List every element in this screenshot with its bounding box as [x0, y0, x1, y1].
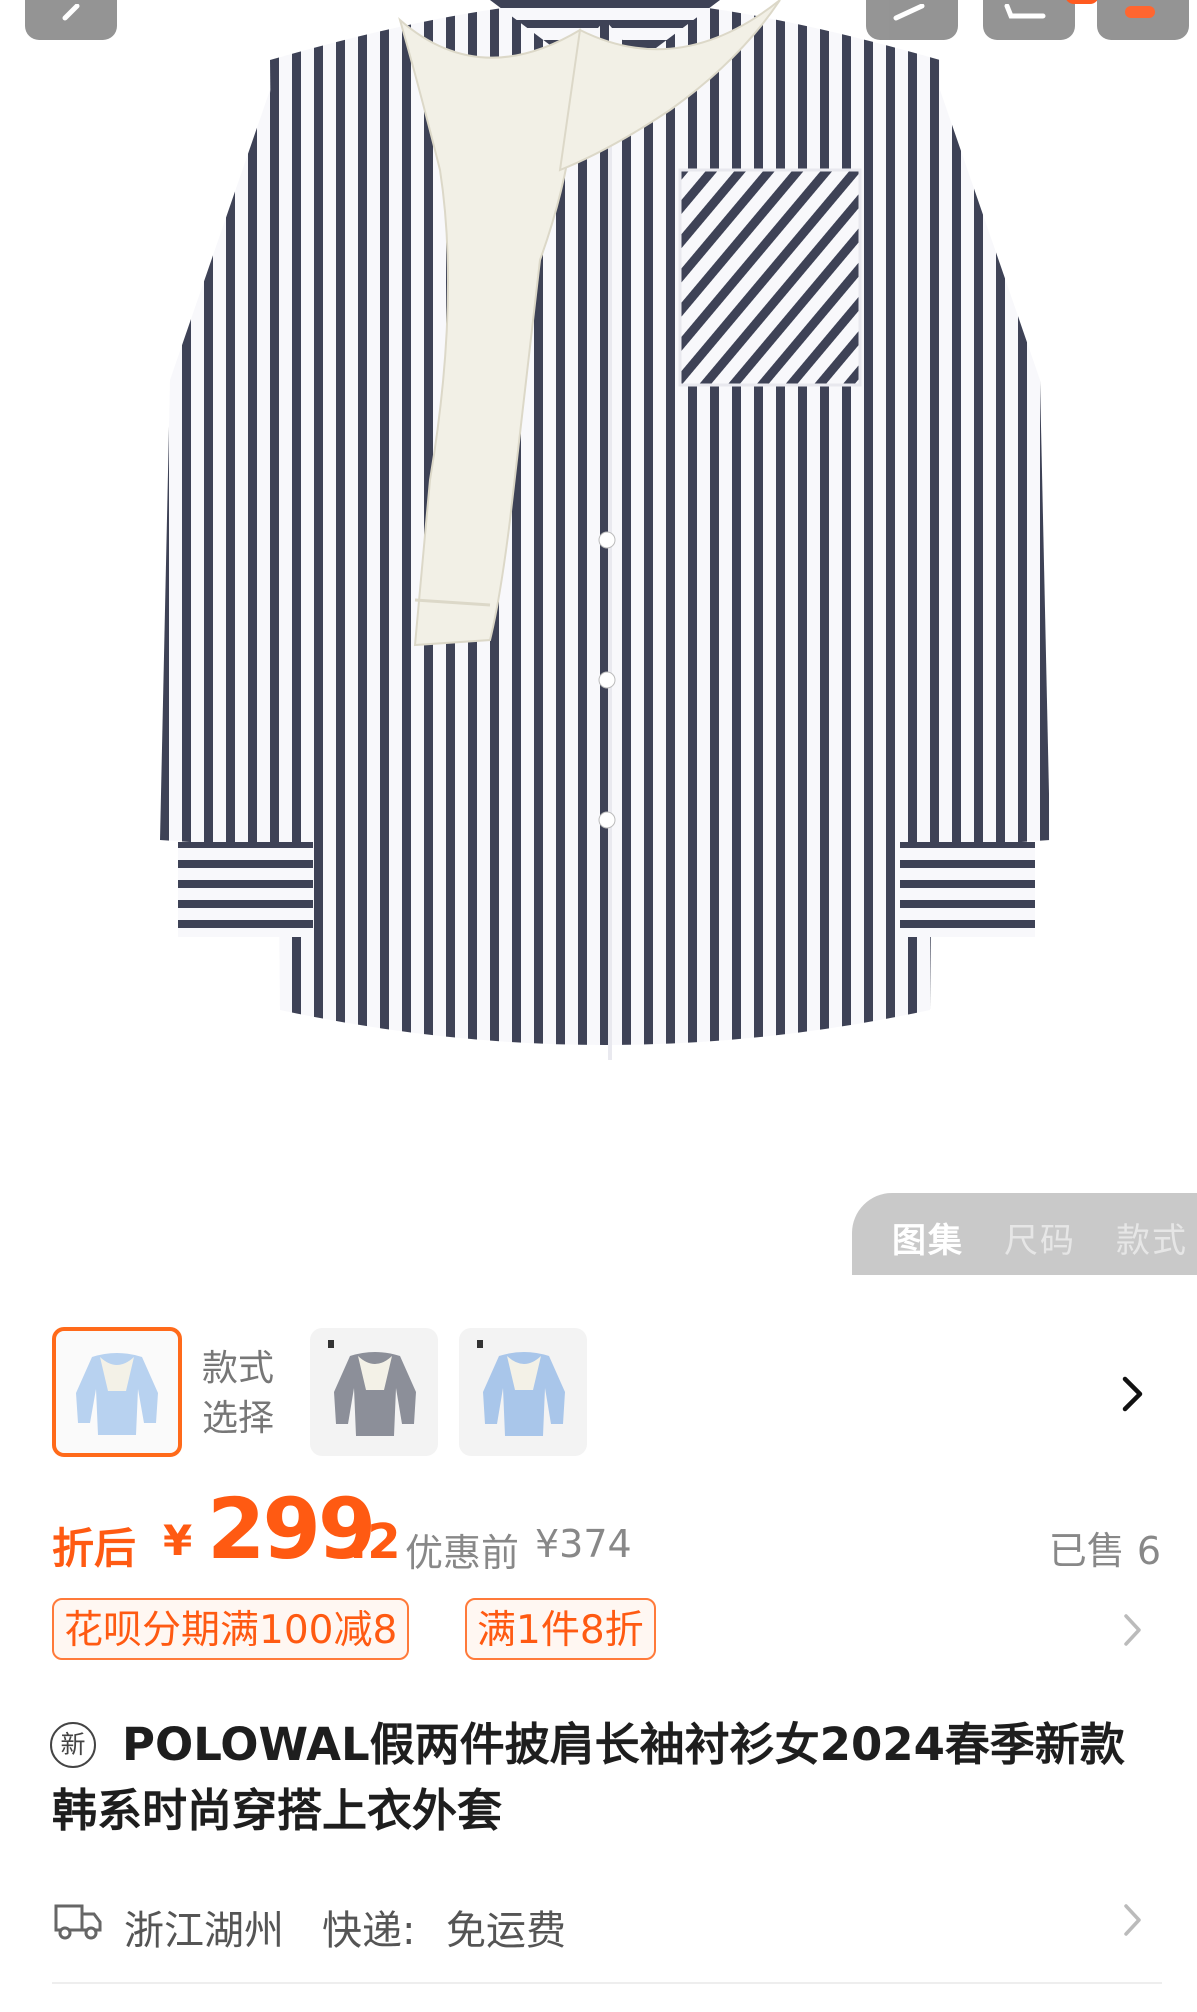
style-option-grey[interactable]: [310, 1328, 438, 1456]
shipping-origin: 浙江湖州: [124, 1908, 284, 1954]
style-label-line1: 款式: [202, 1348, 275, 1389]
promo-tag-discount[interactable]: 满1件8折: [465, 1598, 656, 1660]
original-price-label: 优惠前: [405, 1531, 520, 1575]
promo-tag-installment[interactable]: 花呗分期满100减8: [52, 1598, 410, 1660]
style-option-light-blue[interactable]: [52, 1327, 182, 1457]
price-currency: ¥: [163, 1516, 193, 1565]
tab-style[interactable]: 款式: [1116, 1213, 1188, 1262]
shipping-chevron-icon[interactable]: [1122, 1902, 1144, 1938]
sold-count: 已售 6: [1048, 1529, 1161, 1573]
more-button[interactable]: [1097, 0, 1189, 40]
product-image-gallery[interactable]: 图集 尺码 款式: [0, 0, 1197, 1275]
shipping-method-label: 快递:: [322, 1908, 416, 1954]
style-option-blue[interactable]: [459, 1328, 587, 1456]
back-arrow-icon: [62, 4, 80, 21]
shipping-fee: 免运费: [446, 1908, 566, 1954]
style-label-line2: 选择: [202, 1398, 275, 1439]
tab-gallery[interactable]: 图集: [892, 1213, 964, 1262]
tab-size[interactable]: 尺码: [1004, 1213, 1076, 1262]
section-divider: [52, 1982, 1162, 1984]
shirt-thumbnail-icon: [76, 1353, 158, 1435]
shirt-thumbnail-icon: [477, 1340, 565, 1436]
delivery-truck-icon: [54, 1904, 102, 1940]
style-more-chevron-icon[interactable]: [1120, 1374, 1146, 1414]
shirt-thumbnail-icon: [328, 1340, 416, 1436]
more-icon: [1125, 6, 1155, 18]
promo-chevron-icon[interactable]: [1122, 1612, 1144, 1648]
price-decimal: .2: [349, 1514, 401, 1570]
style-select-label: 款式 选择: [202, 1344, 292, 1444]
product-photo: [160, 0, 1050, 1060]
original-price: ¥374: [535, 1522, 632, 1566]
gallery-tab-bar: 图集 尺码 款式: [852, 1193, 1197, 1275]
price-prefix: 折后: [52, 1524, 137, 1573]
product-title: POLOWAL假两件披肩长袖衬衫女2024春季新款韩系时尚穿搭上衣外套: [52, 1718, 1125, 1837]
cart-count-badge: [1065, 0, 1099, 4]
back-button[interactable]: [25, 0, 117, 40]
